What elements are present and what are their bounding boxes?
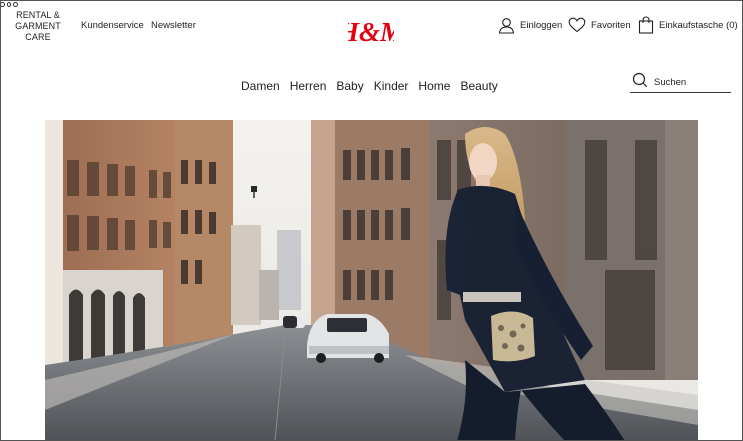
main-navigation: Damen Herren Baby Kinder Home Beauty [241, 79, 498, 93]
search-placeholder: Suchen [654, 76, 687, 88]
rental-line-1: RENTAL & [16, 10, 60, 20]
shopping-bag-label: Einkaufstasche (0) [659, 19, 738, 31]
nav-item-damen[interactable]: Damen [241, 79, 280, 93]
more-dots-icon[interactable] [0, 0, 19, 8]
login-label: Einloggen [520, 19, 563, 31]
nav-item-kinder[interactable]: Kinder [374, 79, 409, 93]
rental-garment-care-link[interactable]: RENTAL & GARMENT CARE [12, 10, 64, 43]
nav-item-home[interactable]: Home [418, 79, 450, 93]
favorites-button[interactable]: Favoriten [568, 14, 631, 36]
customer-service-link[interactable]: Kundenservice [81, 20, 144, 31]
rental-line-2: GARMENT [15, 21, 61, 31]
search-field[interactable]: Suchen [630, 72, 731, 93]
nav-item-baby[interactable]: Baby [336, 79, 363, 93]
rental-line-3: CARE [25, 32, 51, 42]
favorites-label: Favoriten [591, 19, 631, 31]
login-button[interactable]: Einloggen [498, 14, 562, 36]
logo-text: H&M [348, 17, 394, 47]
nav-item-herren[interactable]: Herren [290, 79, 327, 93]
search-icon [632, 72, 648, 93]
hm-logo[interactable]: H&M [337, 14, 405, 48]
shopping-bag-icon [638, 16, 654, 34]
hero-campaign-image[interactable] [45, 120, 698, 441]
shopping-bag-button[interactable]: Einkaufstasche (0) [638, 14, 738, 36]
nav-item-beauty[interactable]: Beauty [460, 79, 497, 93]
newsletter-link[interactable]: Newsletter [151, 20, 196, 31]
heart-icon [568, 17, 586, 33]
user-icon [498, 17, 515, 34]
